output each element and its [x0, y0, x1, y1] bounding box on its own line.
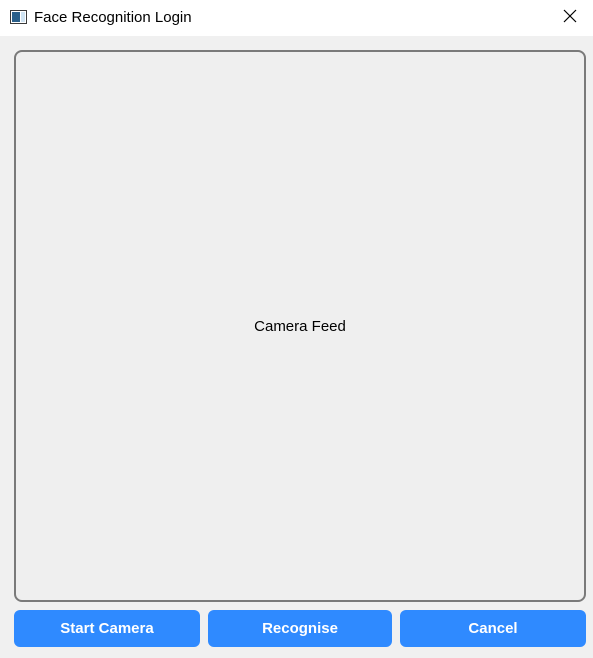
- start-camera-button[interactable]: Start Camera: [14, 610, 200, 647]
- main-window: Face Recognition Login Camera Feed Start…: [0, 0, 593, 658]
- title-bar: Face Recognition Login: [0, 0, 593, 36]
- camera-feed-label: Camera Feed: [254, 317, 346, 335]
- app-window-icon: [10, 10, 27, 24]
- close-button[interactable]: [547, 0, 593, 36]
- cancel-button[interactable]: Cancel: [400, 610, 586, 647]
- recognise-button[interactable]: Recognise: [208, 610, 392, 647]
- camera-feed-panel: Camera Feed: [14, 50, 586, 602]
- window-title: Face Recognition Login: [34, 9, 192, 26]
- close-icon: [563, 9, 577, 28]
